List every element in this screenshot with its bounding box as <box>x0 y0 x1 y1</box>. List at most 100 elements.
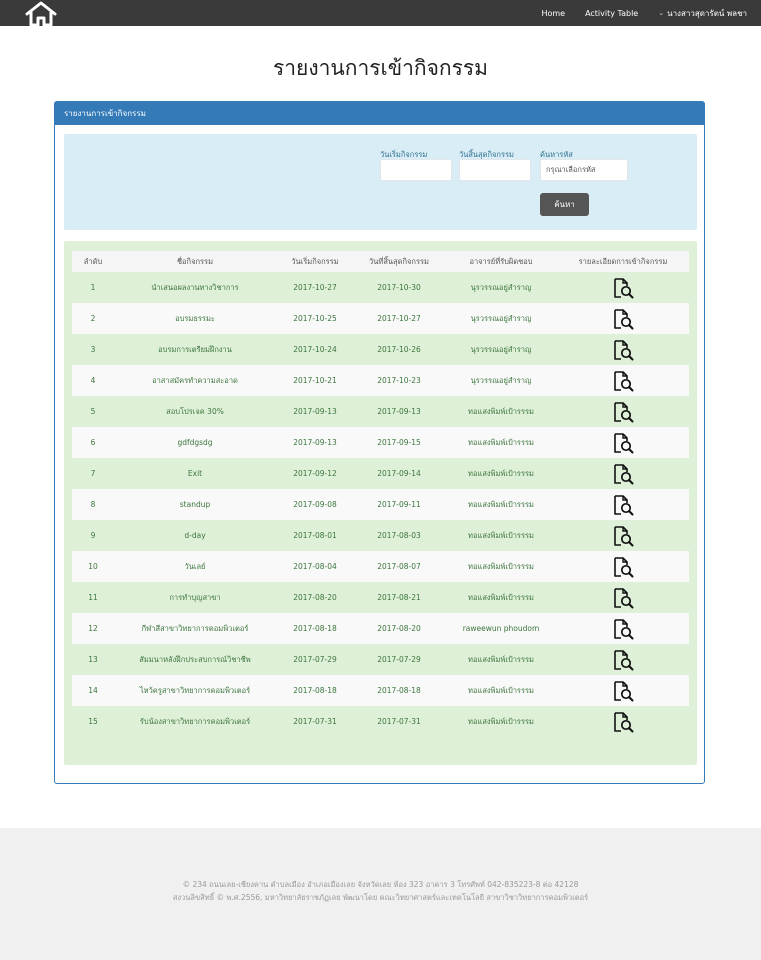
row-activity-name: อาสาสมัครทำความสะอาด <box>152 376 238 385</box>
row-teacher: ทอแสงพิมพ์เป้ารรรม <box>468 438 534 447</box>
document-search-icon[interactable] <box>612 308 634 330</box>
nav-home-link[interactable]: Home <box>541 9 565 18</box>
table-row: 3 อบรมการเตรียมฝึกงาน 2017-10-24 2017-10-26… <box>72 334 689 365</box>
row-activity-name: สัมมนาหลังฝึกประสบการณ์วิชาชีพ <box>139 655 251 664</box>
home-icon[interactable] <box>24 1 58 26</box>
user-menu[interactable]: ⌄ นางสาวสุดารัตน์ พลชา <box>658 7 747 20</box>
row-no: 5 <box>90 407 96 416</box>
row-no: 13 <box>88 655 98 664</box>
row-teacher: ทอแสงพิมพ์เป้ารรรม <box>468 562 534 571</box>
row-no: 2 <box>90 314 96 323</box>
row-start-date: 2017-09-13 <box>293 407 337 416</box>
document-search-icon[interactable] <box>612 401 634 423</box>
row-no: 8 <box>90 500 96 509</box>
col-header-end: วันที่สิ้นสุดกิจกรรม <box>369 257 429 266</box>
row-teacher: ทอแสงพิมพ์เป้ารรรม <box>468 686 534 695</box>
document-search-icon[interactable] <box>612 463 634 485</box>
document-search-icon[interactable] <box>612 649 634 671</box>
col-header-teacher: อาจารย์ที่รับผิดชอบ <box>469 257 533 266</box>
row-activity-name: อบรมการเตรียมฝึกงาน <box>158 345 232 354</box>
row-activity-name: ไหว้ครูสาขาวิทยาการคอมพิวเตอร์ <box>139 686 251 695</box>
row-teacher: นุรวรรณอยู่สำราญ <box>470 345 532 354</box>
row-no: 11 <box>88 593 98 602</box>
top-navbar: Home Activity Table ⌄ นางสาวสุดารัตน์ พล… <box>0 0 761 26</box>
document-search-icon[interactable] <box>612 587 634 609</box>
table-header: ลำดับ ชื่อกิจกรรม วันเริ่มกิจกรรม วันที่… <box>72 251 689 272</box>
user-name: นางสาวสุดารัตน์ พลชา <box>667 8 747 18</box>
footer-copyright: สงวนลิขสิทธิ์ © พ.ศ.2556, มหาวิทยาลัยราช… <box>172 893 589 902</box>
document-search-icon[interactable] <box>612 339 634 361</box>
row-activity-name: อบรมธรรมะ <box>175 314 215 323</box>
footer-address: © 234 ถนนเลย-เชียงคาน ตำบลเมือง อำเภอเมื… <box>182 880 579 889</box>
col-header-no: ลำดับ <box>83 257 103 266</box>
row-start-date: 2017-07-31 <box>293 717 337 726</box>
document-search-icon[interactable] <box>612 711 634 733</box>
table-row: 11 การทำบุญสาขา 2017-08-20 2017-08-21 ทอแสงพ… <box>72 582 689 613</box>
row-start-date: 2017-09-08 <box>293 500 337 509</box>
row-no: 9 <box>90 531 96 540</box>
document-search-icon[interactable] <box>612 432 634 454</box>
row-activity-name: d-day <box>184 531 206 540</box>
row-start-date: 2017-08-20 <box>293 593 337 602</box>
row-teacher: นุรวรรณอยู่สำราญ <box>470 283 532 292</box>
document-search-icon[interactable] <box>612 525 634 547</box>
row-end-date: 2017-09-11 <box>377 500 421 509</box>
document-search-icon[interactable] <box>612 370 634 392</box>
row-activity-name: สอบโปรเจค 30% <box>166 407 224 416</box>
row-teacher: ทอแสงพิมพ์เป้ารรรม <box>468 593 534 602</box>
row-no: 10 <box>88 562 98 571</box>
document-search-icon[interactable] <box>612 277 634 299</box>
row-start-date: 2017-07-29 <box>293 655 337 664</box>
col-header-detail: รายละเอียดการเข้ากิจกรรม <box>578 257 668 266</box>
document-search-icon[interactable] <box>612 494 634 516</box>
row-no: 14 <box>88 686 98 695</box>
search-button[interactable]: ค้นหา <box>540 193 589 216</box>
row-start-date: 2017-08-04 <box>293 562 337 571</box>
row-end-date: 2017-09-13 <box>377 407 421 416</box>
col-header-name: ชื่อกิจกรรม <box>176 257 214 266</box>
table-row: 9 d-day 2017-08-01 2017-08-03 ทอแสงพิมพ์เป้า… <box>72 520 689 551</box>
table-row: 13 สัมมนาหลังฝึกประสบการณ์วิชาชีพ 2017-07-… <box>72 644 689 675</box>
row-end-date: 2017-07-31 <box>377 717 421 726</box>
row-teacher: raweewun phoudom <box>462 624 540 633</box>
row-no: 1 <box>90 283 96 292</box>
row-teacher: ทอแสงพิมพ์เป้ารรรม <box>468 469 534 478</box>
row-teacher: ทอแสงพิมพ์เป้ารรรม <box>468 500 534 509</box>
row-end-date: 2017-08-20 <box>377 624 421 633</box>
row-activity-name: gdfdgsdg <box>177 438 213 447</box>
row-start-date: 2017-09-13 <box>293 438 337 447</box>
row-teacher: ทอแสงพิมพ์เป้ารรรม <box>468 655 534 664</box>
col-header-start: วันเริ่มกิจกรรม <box>291 257 339 266</box>
row-end-date: 2017-10-30 <box>377 283 421 292</box>
row-end-date: 2017-10-27 <box>377 314 421 323</box>
row-activity-name: การทำบุญสาขา <box>169 593 221 602</box>
row-activity-name: วันเลย์ <box>184 562 206 571</box>
table-row: 8 standup 2017-09-08 2017-09-11 ทอแสงพิมพ์เป… <box>72 489 689 520</box>
row-activity-name: กีฬาสีสาขาวิทยาการคอมพิวเตอร์ <box>141 624 249 633</box>
row-no: 7 <box>90 469 96 478</box>
row-start-date: 2017-10-24 <box>293 345 337 354</box>
chevron-down-icon: ⌄ <box>658 9 665 17</box>
document-search-icon[interactable] <box>612 556 634 578</box>
nav-activity-table-link[interactable]: Activity Table <box>585 9 638 18</box>
row-start-date: 2017-10-21 <box>293 376 337 385</box>
end-date-input[interactable] <box>459 159 531 181</box>
row-activity-name: รับน้องสาขาวิทยาการคอมพิวเตอร์ <box>139 717 251 726</box>
row-end-date: 2017-08-03 <box>377 531 421 540</box>
document-search-icon[interactable] <box>612 618 634 640</box>
row-teacher: นุรวรรณอยู่สำราญ <box>470 314 532 323</box>
table-row: 7 Exit 2017-09-12 2017-09-14 ทอแสงพิมพ์เป้าร… <box>72 458 689 489</box>
start-date-input[interactable] <box>380 159 452 181</box>
row-end-date: 2017-08-07 <box>377 562 421 571</box>
row-start-date: 2017-08-01 <box>293 531 337 540</box>
table-row: 6 gdfdgsdg 2017-09-13 2017-09-15 ทอแสงพิมพ์เ… <box>72 427 689 458</box>
document-search-icon[interactable] <box>612 680 634 702</box>
row-no: 4 <box>90 376 96 385</box>
row-teacher: ทอแสงพิมพ์เป้ารรรม <box>468 531 534 540</box>
code-select[interactable]: กรุณาเลือกรหัส <box>540 159 628 181</box>
row-start-date: 2017-08-18 <box>293 624 337 633</box>
row-end-date: 2017-10-26 <box>377 345 421 354</box>
row-end-date: 2017-08-18 <box>377 686 421 695</box>
row-end-date: 2017-08-21 <box>377 593 421 602</box>
table-row: 14 ไหว้ครูสาขาวิทยาการคอมพิวเตอร์ 2017-08-… <box>72 675 689 706</box>
